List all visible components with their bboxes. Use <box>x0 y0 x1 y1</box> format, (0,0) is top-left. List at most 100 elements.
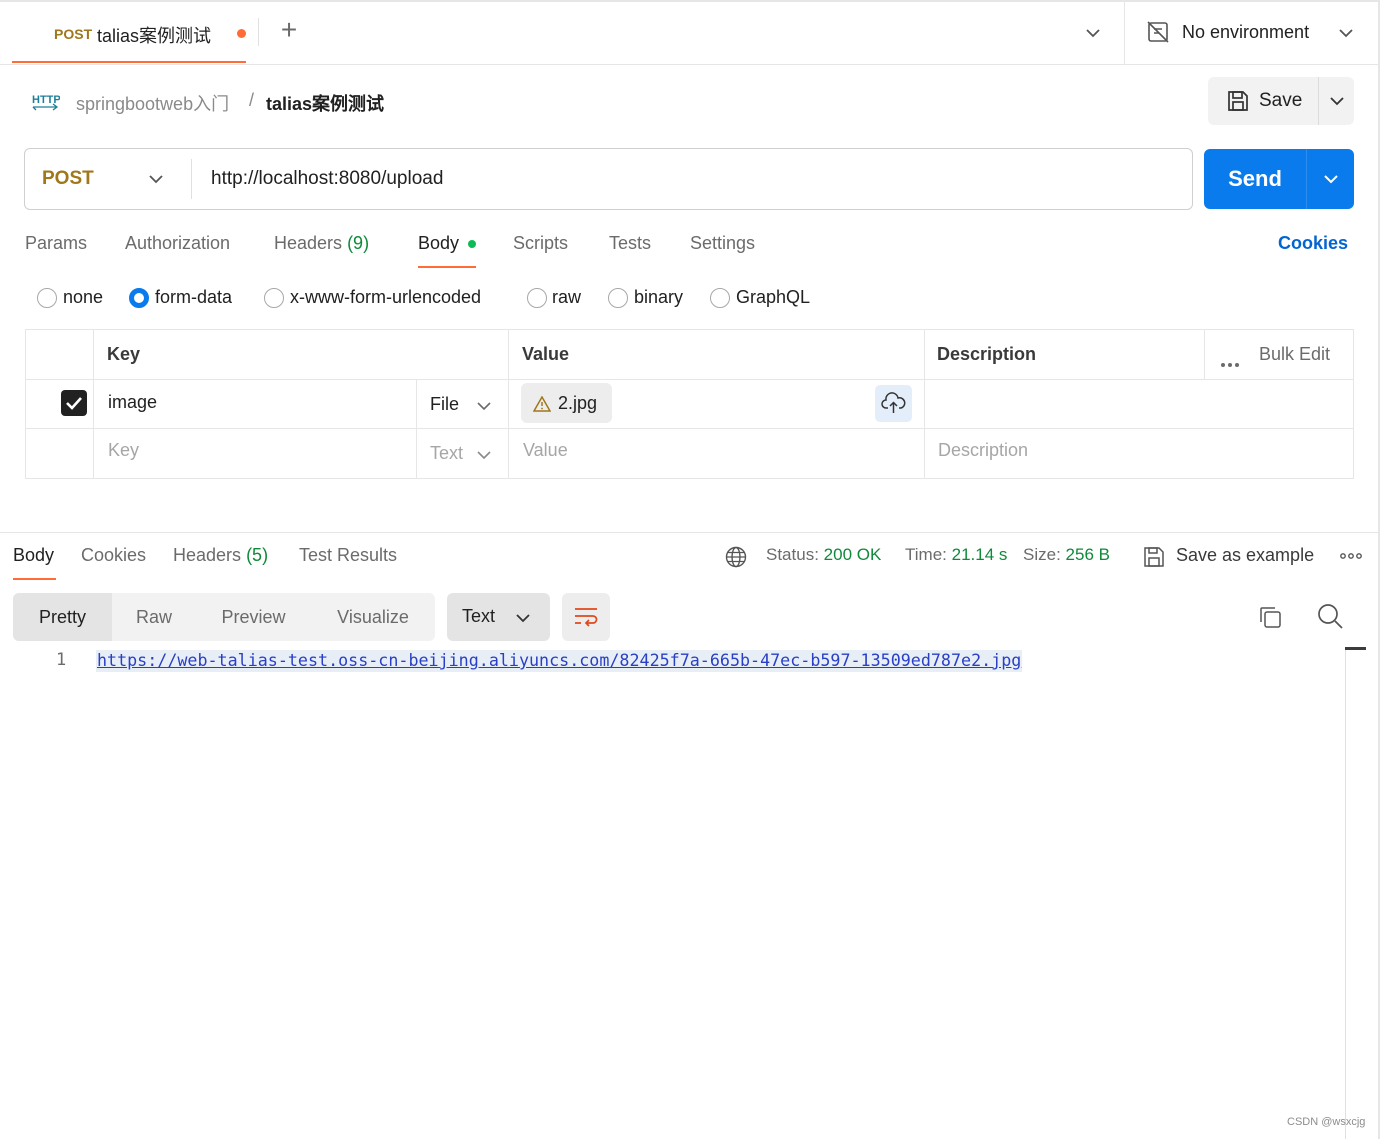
method-divider <box>191 159 192 199</box>
row-key[interactable]: image <box>108 392 157 413</box>
new-tab-button[interactable]: + <box>274 16 304 46</box>
chevron-down-icon[interactable] <box>476 446 492 467</box>
view-mode-segmented-control: Pretty Raw Preview Visualize <box>13 593 435 641</box>
breadcrumb-request-name[interactable]: talias案例测试 <box>266 90 384 116</box>
view-raw-button[interactable]: Raw <box>112 593 196 641</box>
file-name: 2.jpg <box>558 393 598 413</box>
breadcrumb-collection[interactable]: springbootweb入门 <box>76 90 229 116</box>
cookies-link[interactable]: Cookies <box>1278 233 1348 254</box>
radio-binary[interactable] <box>608 288 628 308</box>
column-header-description: Description <box>937 344 1037 364</box>
save-button[interactable]: Save <box>1208 77 1318 125</box>
size-value: 256 B <box>1065 545 1110 564</box>
radio-form-data-label[interactable]: form-data <box>155 287 232 308</box>
column-header-value: Value <box>522 344 570 364</box>
tab-headers-count: (9) <box>347 233 370 253</box>
radio-graphql[interactable] <box>710 288 730 308</box>
tab-tests[interactable]: Tests <box>609 233 651 254</box>
tab-body[interactable]: Body <box>418 233 459 254</box>
environment-selector[interactable]: No environment <box>1182 22 1309 43</box>
radio-graphql-label[interactable]: GraphQL <box>736 287 810 308</box>
radio-raw-label[interactable]: raw <box>552 287 581 308</box>
radio-form-data[interactable] <box>129 288 149 308</box>
method-select[interactable]: POST <box>25 149 191 209</box>
send-options-button[interactable] <box>1307 149 1354 209</box>
response-tab-headers-label: Headers <box>173 545 242 565</box>
scrollbar-thumb[interactable] <box>1345 647 1366 650</box>
radio-binary-label[interactable]: binary <box>634 287 683 308</box>
response-tab-test-results[interactable]: Test Results <box>299 545 397 566</box>
unsaved-dot-icon <box>237 29 246 38</box>
status-label: Status: <box>766 545 819 564</box>
active-tab-underline <box>13 578 56 580</box>
more-options-icon[interactable] <box>1340 548 1362 564</box>
warning-icon <box>533 396 551 412</box>
view-visualize-button[interactable]: Visualize <box>311 593 435 641</box>
file-chip[interactable]: 2.jpg <box>521 383 612 423</box>
response-url-link[interactable]: https://web-talias-test.oss-cn-beijing.a… <box>96 650 1023 672</box>
view-pretty-button[interactable]: Pretty <box>13 593 112 641</box>
tab-scripts[interactable]: Scripts <box>513 233 568 254</box>
response-status[interactable]: Status: 200 OK <box>766 545 881 565</box>
search-icon[interactable] <box>1316 602 1344 630</box>
active-tab-underline <box>418 266 476 268</box>
checkmark-icon <box>66 397 82 410</box>
column-header-key: Key <box>107 344 141 364</box>
wrap-lines-button[interactable] <box>562 593 610 641</box>
bulk-edit-button[interactable]: Bulk Edit <box>1259 344 1330 365</box>
chevron-down-icon <box>149 175 163 184</box>
radio-x-www-form-urlencoded-label[interactable]: x-www-form-urlencoded <box>290 287 481 308</box>
tab-settings[interactable]: Settings <box>690 233 755 254</box>
breadcrumb-separator: / <box>249 90 255 110</box>
body-active-dot-icon <box>468 240 476 248</box>
chevron-down-icon <box>1086 29 1100 38</box>
new-row-value-input[interactable]: Value <box>523 440 568 461</box>
tab-headers[interactable]: Headers (9) <box>274 233 369 254</box>
scrollbar-track[interactable] <box>1345 648 1346 1139</box>
globe-icon[interactable] <box>725 546 747 568</box>
response-tab-headers-count: (5) <box>246 545 269 565</box>
row-enabled-checkbox[interactable] <box>61 390 87 416</box>
new-row-type-select[interactable]: Text <box>430 443 463 464</box>
tab-params[interactable]: Params <box>25 233 87 254</box>
radio-none[interactable] <box>37 288 57 308</box>
new-row-key-input[interactable]: Key <box>108 440 139 461</box>
view-preview-button[interactable]: Preview <box>196 593 311 641</box>
send-button[interactable]: Send <box>1204 149 1306 209</box>
copy-icon[interactable] <box>1257 604 1283 630</box>
table-row-divider <box>26 428 1353 429</box>
response-tab-cookies[interactable]: Cookies <box>81 545 146 566</box>
tab-headers-label: Headers <box>274 233 343 253</box>
environment-dropdown-button[interactable] <box>1333 18 1359 48</box>
request-tab-method: POST <box>54 26 93 42</box>
response-pane-divider[interactable] <box>0 532 1378 533</box>
tab-authorization[interactable]: Authorization <box>125 233 230 254</box>
save-as-example-button[interactable]: Save as example <box>1176 545 1314 566</box>
radio-none-label[interactable]: none <box>63 287 103 308</box>
row-type-select[interactable]: File <box>430 394 459 415</box>
response-size[interactable]: Size: 256 B <box>1023 545 1110 565</box>
format-select[interactable]: Text <box>447 593 550 641</box>
save-icon[interactable] <box>1143 545 1165 569</box>
form-data-table: Key Value Description Bulk Edit image Fi… <box>25 329 1354 479</box>
wrap-lines-icon <box>575 608 598 627</box>
url-input[interactable]: http://localhost:8080/upload <box>211 168 443 190</box>
send-button-group: Send <box>1204 149 1354 209</box>
radio-x-www-form-urlencoded[interactable] <box>264 288 284 308</box>
new-row-description-input[interactable]: Description <box>938 440 1028 461</box>
more-options-icon[interactable] <box>1220 352 1240 373</box>
request-tab[interactable]: POST talias案例测试 <box>12 0 246 63</box>
chevron-down-icon[interactable] <box>476 397 492 418</box>
size-label: Size: <box>1023 545 1061 564</box>
svg-text:HTTP: HTTP <box>32 94 60 106</box>
upload-file-button[interactable] <box>875 385 912 422</box>
radio-raw[interactable] <box>527 288 547 308</box>
tab-separator <box>258 18 259 46</box>
response-tab-body[interactable]: Body <box>13 545 54 566</box>
response-time[interactable]: Time: 21.14 s <box>905 545 1007 565</box>
tabs-dropdown-button[interactable] <box>1078 18 1108 48</box>
save-options-button[interactable] <box>1319 77 1354 125</box>
response-tab-headers[interactable]: Headers (5) <box>173 545 268 566</box>
time-label: Time: <box>905 545 947 564</box>
status-value: 200 OK <box>823 545 882 564</box>
